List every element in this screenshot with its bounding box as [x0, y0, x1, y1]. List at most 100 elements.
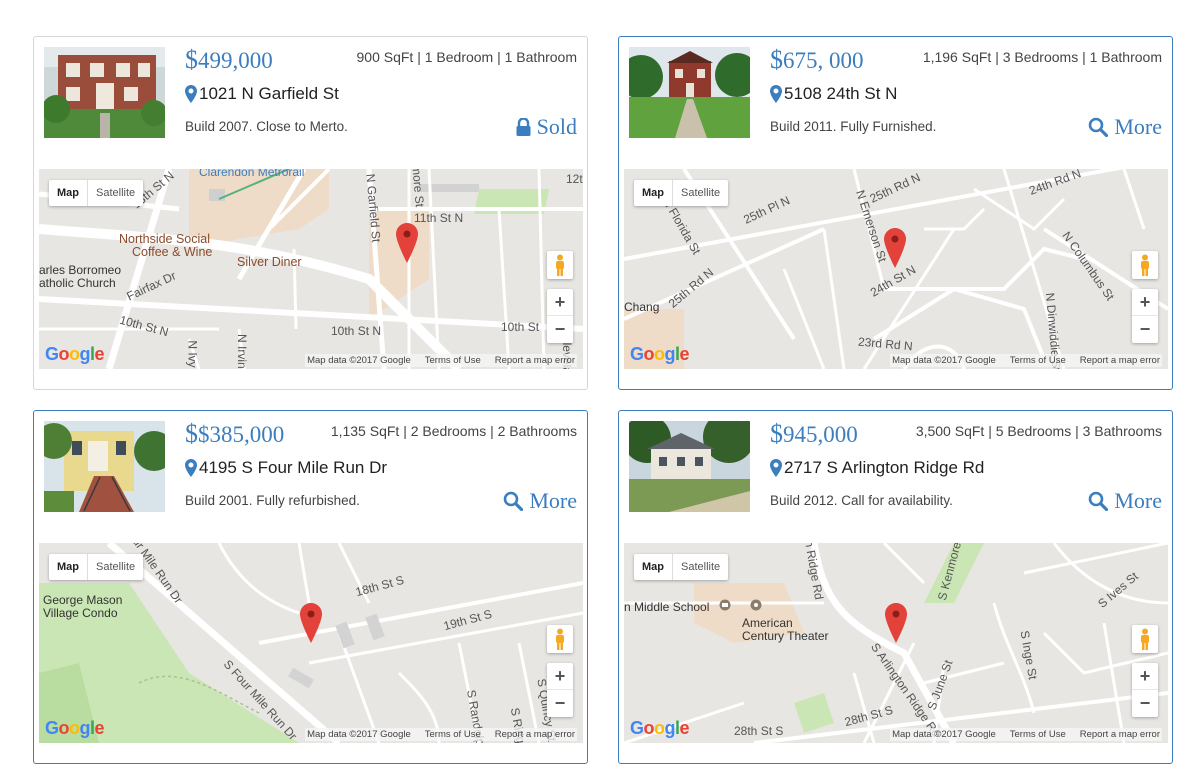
terms-of-use-link[interactable]: Terms of Use: [425, 355, 481, 366]
map-label: 28th St S: [734, 724, 784, 738]
property-photo[interactable]: [44, 47, 165, 138]
address: 4195 S Four Mile Run Dr: [185, 458, 387, 478]
zoom-out-button[interactable]: −: [1132, 690, 1158, 717]
property-specs: 1,135 SqFt | 2 Bedrooms | 2 Bathrooms: [330, 423, 577, 439]
map-type-satellite-button[interactable]: Satellite: [88, 554, 143, 580]
report-map-error-link[interactable]: Report a map error: [1080, 355, 1160, 366]
map-label: George Mason: [43, 593, 123, 607]
terms-of-use-link[interactable]: Terms of Use: [1010, 729, 1066, 740]
map-type-satellite-button[interactable]: Satellite: [88, 180, 143, 206]
zoom-control: + −: [547, 663, 573, 717]
price: $675, 000: [770, 45, 864, 74]
map-pin-icon[interactable]: [885, 603, 907, 643]
map-label: 11th St N: [414, 211, 464, 225]
map-label: 10th St N: [331, 324, 382, 338]
action-label: Sold: [536, 114, 577, 139]
map-label: n Middle School: [624, 600, 710, 614]
action-label: More: [529, 488, 577, 513]
location-map[interactable]: n Middle School American Century Theater…: [624, 543, 1168, 743]
listing-card: $499,000 900 SqFt | 1 Bedroom | 1 Bathro…: [33, 36, 588, 390]
terms-of-use-link[interactable]: Terms of Use: [425, 729, 481, 740]
property-specs: 3,500 SqFt | 5 Bedrooms | 3 Bathrooms: [915, 423, 1162, 439]
price: $$385,000: [185, 419, 285, 448]
map-label: Village Condo: [43, 606, 118, 620]
map-data-attribution: Map data ©2017 Google: [892, 729, 996, 740]
sold-badge: Sold: [516, 114, 577, 140]
map-poi-label: Coffee & Wine: [132, 245, 213, 259]
map-type-map-button[interactable]: Map: [49, 180, 88, 206]
zoom-out-button[interactable]: −: [547, 316, 573, 343]
map-pin-icon[interactable]: [300, 603, 322, 643]
map-footer: Map data ©2017 Google Terms of Use Repor…: [890, 728, 1162, 741]
map-type-control: Map Satellite: [49, 180, 144, 206]
zoom-in-button[interactable]: +: [547, 289, 573, 316]
report-map-error-link[interactable]: Report a map error: [495, 729, 575, 740]
street-view-pegman-icon[interactable]: [1132, 251, 1158, 279]
zoom-control: + −: [1132, 663, 1158, 717]
location-map[interactable]: S Four Mile Run Dr George Mason Village …: [39, 543, 583, 743]
address-text: 4195 S Four Mile Run Dr: [199, 458, 388, 477]
street-view-pegman-icon[interactable]: [547, 625, 573, 653]
map-marker-icon: [770, 85, 782, 103]
zoom-control: + −: [1132, 289, 1158, 343]
google-logo: Google: [630, 344, 690, 364]
google-logo: Google: [45, 344, 105, 364]
property-photo[interactable]: [44, 421, 165, 512]
map-footer: Map data ©2017 Google Terms of Use Repor…: [305, 728, 577, 741]
address: 1021 N Garfield St: [185, 84, 339, 104]
address: 5108 24th St N: [770, 84, 897, 104]
map-label: Clarendon Metrorail: [199, 169, 305, 179]
map-data-attribution: Map data ©2017 Google: [307, 355, 411, 366]
google-logo: Google: [45, 718, 105, 738]
theater-icon: [750, 599, 762, 611]
map-label: American: [742, 616, 793, 630]
zoom-in-button[interactable]: +: [547, 663, 573, 690]
building-icon: [719, 599, 731, 611]
map-marker-icon: [770, 459, 782, 477]
description: Build 2001. Fully refurbished.: [185, 493, 360, 508]
address: 2717 S Arlington Ridge Rd: [770, 458, 984, 478]
more-button[interactable]: More: [503, 488, 577, 514]
map-footer: Map data ©2017 Google Terms of Use Repor…: [890, 354, 1162, 367]
map-type-control: Map Satellite: [634, 180, 729, 206]
location-map[interactable]: 25th Pl N 25th Rd N 24th Rd N N Florida …: [624, 169, 1168, 369]
report-map-error-link[interactable]: Report a map error: [1080, 729, 1160, 740]
map-label: 12t: [566, 172, 583, 186]
map-pin-icon[interactable]: [884, 228, 906, 268]
map-pin-icon[interactable]: [396, 223, 418, 263]
map-type-control: Map Satellite: [49, 554, 144, 580]
listing-card: $945,000 3,500 SqFt | 5 Bedrooms | 3 Bat…: [618, 410, 1173, 764]
more-button[interactable]: More: [1088, 488, 1162, 514]
description: Build 2012. Call for availability.: [770, 493, 953, 508]
price: $945,000: [770, 419, 858, 448]
map-type-map-button[interactable]: Map: [634, 180, 673, 206]
action-label: More: [1114, 488, 1162, 513]
street-view-pegman-icon[interactable]: [547, 251, 573, 279]
property-photo[interactable]: [629, 421, 750, 512]
map-type-map-button[interactable]: Map: [49, 554, 88, 580]
map-label: N Irving St: [235, 333, 250, 369]
property-photo[interactable]: [629, 47, 750, 138]
street-view-pegman-icon[interactable]: [1132, 625, 1158, 653]
address-text: 1021 N Garfield St: [199, 84, 339, 103]
zoom-out-button[interactable]: −: [1132, 316, 1158, 343]
map-type-satellite-button[interactable]: Satellite: [673, 554, 728, 580]
map-label: Chang: [624, 300, 660, 314]
map-type-map-button[interactable]: Map: [634, 554, 673, 580]
search-icon: [1089, 117, 1109, 137]
map-poi-label: Silver Diner: [237, 255, 302, 269]
location-map[interactable]: Clarendon Metrorail 13th St N N Garfield…: [39, 169, 583, 369]
terms-of-use-link[interactable]: Terms of Use: [1010, 355, 1066, 366]
zoom-in-button[interactable]: +: [1132, 289, 1158, 316]
map-marker-icon: [185, 459, 197, 477]
zoom-in-button[interactable]: +: [1132, 663, 1158, 690]
listing-card: $675, 000 1,196 SqFt | 3 Bedrooms | 1 Ba…: [618, 36, 1173, 390]
map-label: N Ivy: [185, 340, 200, 368]
map-label: 10th St: [501, 320, 540, 334]
lock-icon: [516, 118, 531, 136]
map-type-satellite-button[interactable]: Satellite: [673, 180, 728, 206]
report-map-error-link[interactable]: Report a map error: [495, 355, 575, 366]
zoom-out-button[interactable]: −: [547, 690, 573, 717]
search-icon: [1089, 491, 1109, 511]
more-button[interactable]: More: [1088, 114, 1162, 140]
